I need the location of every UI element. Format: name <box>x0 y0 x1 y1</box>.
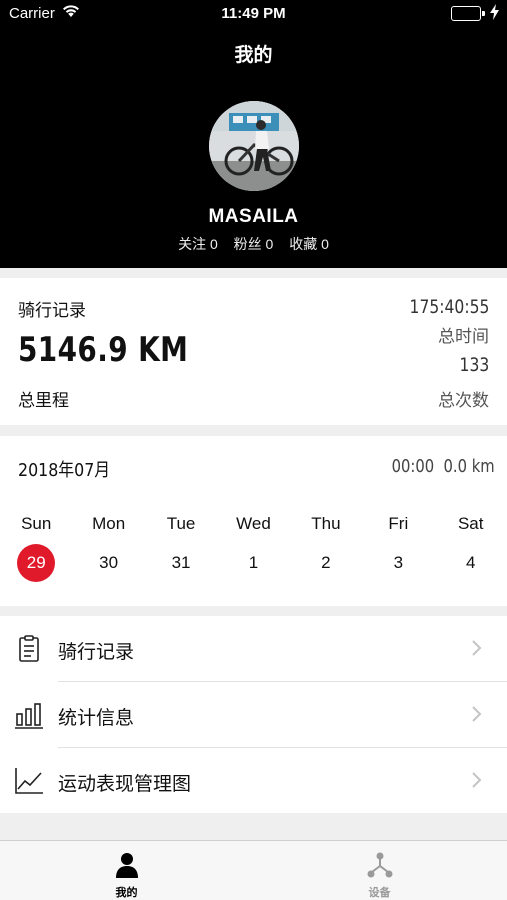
ride-count-label: 总次数 <box>438 391 489 410</box>
tab-device[interactable]: 设备 <box>253 841 506 900</box>
calendar-day[interactable]: 2 <box>307 544 345 582</box>
calendar-day[interactable]: 4 <box>452 544 490 582</box>
username: MASAILA <box>208 206 299 227</box>
fans-stat[interactable]: 粉丝 0 <box>234 236 274 252</box>
device-hub-icon <box>366 851 394 879</box>
tab-bar: 我的 设备 <box>0 840 507 900</box>
charging-bolt-icon <box>490 4 499 24</box>
riding-record-card[interactable]: 骑行记录 5146.9 KM 总里程 175:40:55 总时间 133 总次数 <box>0 278 507 425</box>
tab-label: 设备 <box>368 887 391 899</box>
menu-item-performance-chart[interactable]: 运动表现管理图 <box>0 748 507 813</box>
profile-header: Carrier 11:49 PM 我的 MASAILA 关注 0 粉丝 0 收藏… <box>0 0 507 268</box>
chevron-right-icon <box>471 770 483 790</box>
calendar-day-selected[interactable]: 29 <box>17 544 56 582</box>
menu-item-label: 统计信息 <box>58 708 135 729</box>
weekday-label: Fri <box>388 514 409 533</box>
weekday-label: Wed <box>236 514 271 533</box>
menu-item-riding-records[interactable]: 骑行记录 <box>0 616 507 681</box>
favorites-stat[interactable]: 收藏 0 <box>289 236 329 252</box>
weekday-label: Sun <box>21 514 52 533</box>
calendar-day[interactable]: 30 <box>90 544 128 582</box>
total-time-label: 总时间 <box>438 327 489 346</box>
ride-count: 133 <box>459 354 489 376</box>
menu-item-label: 骑行记录 <box>58 642 135 663</box>
weekday-header: Sun Mon Tue Wed Thu Fri Sat <box>0 514 507 534</box>
bar-chart-icon <box>14 700 44 730</box>
total-distance-label: 总里程 <box>18 391 69 410</box>
calendar-month[interactable]: 2018年07月 <box>18 456 110 482</box>
chevron-right-icon <box>471 704 483 724</box>
clock-label: 11:49 PM <box>221 5 286 22</box>
chevron-right-icon <box>471 638 483 658</box>
calendar-day[interactable]: 31 <box>162 544 200 582</box>
status-bar: Carrier 11:49 PM <box>0 0 507 28</box>
social-stats: 关注 0 粉丝 0 收藏 0 <box>0 234 507 254</box>
battery-icon <box>451 6 485 21</box>
day-summary: 00:00 0.0 km <box>392 456 495 477</box>
tab-label: 我的 <box>115 887 138 899</box>
calendar-card: 2018年07月 00:00 0.0 km Sun Mon Tue Wed Th… <box>0 436 507 606</box>
clipboard-icon <box>14 634 44 664</box>
total-distance: 5146.9 KM <box>18 330 189 370</box>
person-icon <box>113 851 141 879</box>
page-title: 我的 <box>234 45 273 66</box>
record-title: 骑行记录 <box>18 301 86 320</box>
day-summary-time: 00:00 <box>391 456 435 477</box>
weekday-label: Thu <box>311 514 341 533</box>
follow-stat[interactable]: 关注 0 <box>178 236 218 252</box>
weekday-label: Tue <box>166 514 196 533</box>
day-summary-distance: 0.0 km <box>443 456 495 477</box>
avatar[interactable] <box>209 101 299 191</box>
menu-list: 骑行记录 统计信息 运动表现管理图 <box>0 616 507 813</box>
week-days-row: 29 30 31 1 2 3 4 <box>0 544 507 582</box>
total-time: 175:40:55 <box>409 296 489 318</box>
calendar-day[interactable]: 3 <box>379 544 417 582</box>
avatar-photo <box>209 101 299 191</box>
weekday-label: Mon <box>92 514 126 533</box>
tab-mine[interactable]: 我的 <box>0 841 253 900</box>
weekday-label: Sat <box>457 514 484 533</box>
menu-item-label: 运动表现管理图 <box>58 774 192 795</box>
menu-item-statistics[interactable]: 统计信息 <box>0 682 507 747</box>
line-chart-icon <box>14 766 44 796</box>
calendar-day[interactable]: 1 <box>234 544 272 582</box>
